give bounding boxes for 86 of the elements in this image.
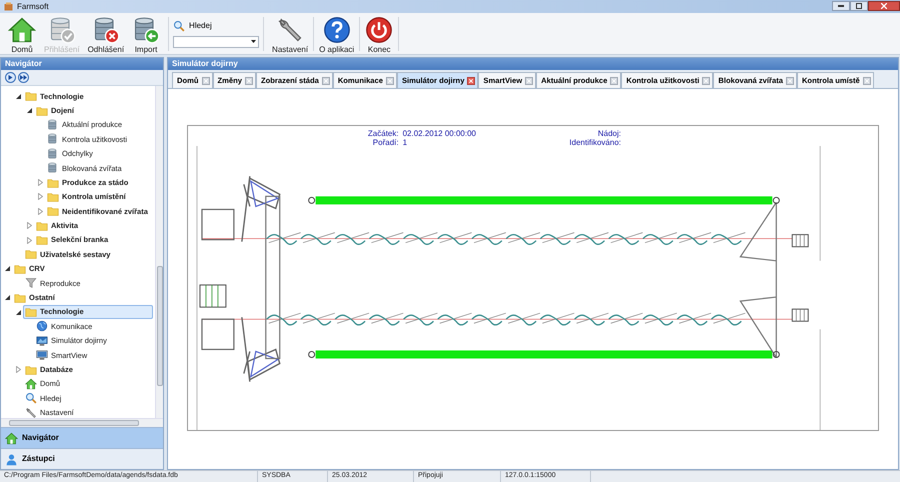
database-icon [47,162,59,174]
folder-icon [36,234,48,246]
database-icon [47,118,59,131]
close-tab-icon[interactable] [786,76,794,84]
folder-icon [36,220,48,232]
close-button[interactable] [868,1,900,11]
toolbar-button[interactable]: Konec [361,14,398,54]
expand-arrow-icon[interactable] [27,236,32,244]
search-combo-box[interactable] [173,36,260,48]
field-label: Začátek: [368,129,399,138]
navigation-pane-button[interactable]: Zástupci [1,448,163,469]
toolbar-button[interactable]: Domů [4,14,40,54]
search-label: Hledej [189,20,212,32]
expand-arrow-icon[interactable] [16,366,21,374]
collapse-arrow-icon[interactable] [16,310,21,315]
horizontal-scrollbar[interactable] [1,418,163,427]
database-icon [47,133,59,146]
field-label: Nádoj: [598,129,621,138]
folder-icon [25,364,37,376]
folder-icon [14,262,26,275]
navigation-pane-button[interactable]: Navigátor [1,427,163,448]
expand-arrow-icon[interactable] [38,193,43,200]
close-tab-icon[interactable] [610,76,618,84]
house-icon [8,16,36,44]
search-icon [25,392,37,404]
folder-icon [47,176,59,189]
folder-icon [47,205,59,218]
collapse-arrow-icon[interactable] [16,94,21,99]
field-label: Identifikováno: [569,138,621,147]
folder-icon [25,248,37,260]
expand-arrow-icon[interactable] [27,222,32,230]
scrollbar-thumb[interactable] [9,420,139,426]
minimize-button[interactable] [832,1,850,11]
toolbar-button[interactable]: Odhlášení [84,14,128,54]
field-label: Pořadí: [372,138,399,147]
panel-title: Simulátor dojirny [168,58,898,70]
close-tab-icon[interactable] [525,76,534,84]
folder-icon [25,90,37,102]
maximize-button[interactable] [850,1,868,11]
vertical-scrollbar[interactable] [155,86,163,418]
field-value: 02.02.2012 00:00:00 [402,129,476,138]
monitor-icon [36,334,48,347]
toolbar-button[interactable]: Import [128,14,164,54]
close-tab-icon[interactable] [322,76,330,84]
scrollbar-thumb[interactable] [156,266,162,386]
house-icon [25,378,37,390]
globe-icon [36,320,48,332]
toolbar-button[interactable]: Nastavení [268,14,312,54]
folder-icon [25,306,37,318]
expand-arrow-icon[interactable] [38,208,43,215]
close-tab-icon[interactable] [862,76,871,84]
monitor-icon [36,349,48,362]
search-icon [173,20,186,32]
close-icon [881,3,887,9]
database-icon [132,16,160,44]
window-title: Farmsoft [17,0,49,12]
folder-icon [14,292,26,304]
database-icon [47,148,59,160]
toolbar-button[interactable]: O aplikaci [315,14,358,54]
collapse-arrow-icon[interactable] [5,266,10,272]
close-tab-icon[interactable] [467,76,476,84]
dropdown-arrow-icon [251,40,256,43]
house-icon [5,432,18,444]
minimize-icon [838,5,844,7]
play-icon [8,75,13,80]
collapse-arrow-icon[interactable] [5,295,10,300]
app-icon [4,2,13,11]
wrench-icon [25,406,37,418]
play-button[interactable] [5,72,16,83]
field-value: 1 [402,138,408,147]
fast-forward-button[interactable] [18,72,29,83]
maximize-icon [856,3,862,9]
close-tab-icon[interactable] [702,76,710,84]
close-tab-icon[interactable] [245,76,253,84]
folder-icon [47,190,59,203]
funnel-icon [25,277,37,290]
close-tab-icon[interactable] [202,76,210,84]
folder-icon [36,104,48,117]
power-icon [365,16,394,44]
fast-forward-icon [20,75,27,80]
expand-arrow-icon[interactable] [38,179,43,186]
panel-title: Navigátor [1,58,163,70]
collapse-arrow-icon[interactable] [27,108,32,114]
person-icon [5,452,18,466]
question-mark-icon [322,16,351,44]
close-tab-icon[interactable] [386,76,394,84]
